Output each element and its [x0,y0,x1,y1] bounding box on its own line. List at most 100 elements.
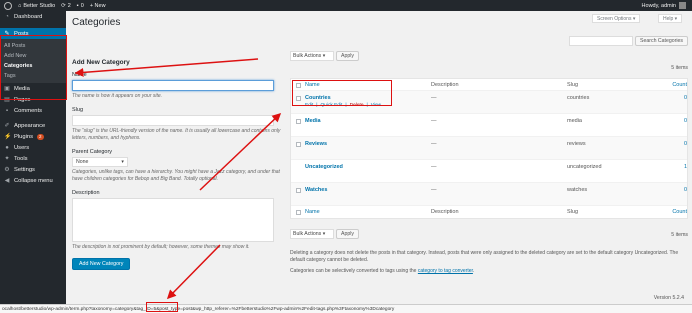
slug-input[interactable] [72,115,274,126]
sidebar-item-tools[interactable]: ✦ Tools [0,153,66,164]
category-description: — [431,118,437,124]
sidebar-item-users[interactable]: ● Users [0,142,66,153]
search-categories-button[interactable]: Search Categories [635,36,688,46]
category-description: — [431,141,437,147]
row-checkbox[interactable] [295,119,301,124]
browser-status-bar: ocalhost/betterstudio/wp-admin/term.php?… [0,304,692,313]
sidebar-collapse-menu[interactable]: ◀ Collapse menu [0,175,66,186]
name-label: Name [72,72,87,78]
collapse-icon: ◀ [4,177,10,184]
table-footer-row: Name Description Slug Count [291,206,687,218]
column-name[interactable]: Name [305,209,431,215]
category-slug: uncategorized [567,164,602,170]
category-slug: reviews [567,141,586,147]
items-count: 5 items [671,232,688,238]
category-name-link[interactable]: Reviews [305,141,431,147]
bulk-actions-select[interactable]: Bulk Actions ▾ [290,51,334,61]
add-category-form: Add New Category Name The name is how it… [72,59,284,270]
name-description: The name is how it appears on your site. [72,93,163,99]
category-slug: countries [567,95,590,101]
annotation-highlight-tag-id [146,302,178,312]
category-description: — [431,164,437,170]
sidebar-item-comments[interactable]: ▪ Comments [0,105,66,116]
form-heading: Add New Category [72,59,130,66]
delete-note: Deleting a category does not delete the … [290,250,679,263]
chevron-down-icon: ▾ [121,159,124,165]
bulk-actions-bottom: Bulk Actions ▾ Apply [290,229,359,239]
name-input[interactable] [72,80,274,91]
add-new-category-button[interactable]: Add New Category [72,258,131,270]
page-title: Categories [72,17,121,28]
annotation-highlight-countries-row [292,80,392,106]
table-row: Reviews — reviews 0 [291,137,687,160]
sidebar-item-dashboard[interactable]: ◔ Dashboard [0,11,66,22]
column-slug[interactable]: Slug [567,209,667,215]
category-count[interactable]: 0 [667,95,687,101]
new-content-link[interactable]: + New [90,3,106,9]
category-count[interactable]: 1 [667,164,687,170]
category-notes: Deleting a category does not delete the … [290,250,688,275]
search-input[interactable] [569,36,634,46]
slug-label: Slug [72,107,84,113]
avatar [679,2,686,9]
help-button[interactable]: Help ▾ [658,14,683,23]
select-all-checkbox[interactable] [295,210,301,215]
comments-link[interactable]: ▪ 0 [77,3,84,9]
table-row: Media — media 0 [291,114,687,137]
apply-button[interactable]: Apply [336,51,359,61]
category-slug: watches [567,187,588,193]
row-checkbox[interactable] [295,188,301,193]
category-to-tag-converter-link[interactable]: category to tag converter [418,268,473,274]
category-count[interactable]: 0 [667,187,687,193]
plugins-update-badge: 2 [37,133,44,140]
column-count[interactable]: Count [667,82,687,88]
table-row: Uncategorized — uncategorized 1 [291,160,687,183]
search-row: Search Categories [569,36,688,46]
items-count: 5 items [671,65,688,71]
parent-category-select[interactable]: None ▾ [72,157,128,167]
category-slug: media [567,118,582,124]
row-checkbox[interactable] [295,142,301,147]
annotation-highlight-posts [0,35,67,100]
screen-options-button[interactable]: Screen Options ▾ [592,14,641,23]
category-count[interactable]: 0 [667,118,687,124]
sidebar-item-settings[interactable]: ⚙ Settings [0,164,66,175]
column-description[interactable]: Description [431,82,567,88]
main-content: Categories Screen Options ▾ Help ▾ Add N… [66,11,692,313]
sidebar-item-appearance[interactable]: ✐ Appearance [0,120,66,131]
comment-icon: ▪ [76,2,79,9]
dashboard-icon: ◔ [5,13,9,20]
category-description: — [431,187,437,193]
account-menu[interactable]: Howdy, admin [642,2,686,9]
parent-category-label: Parent Category [72,149,113,155]
slug-description: The “slug” is the URL-friendly version o… [72,128,281,141]
wrench-icon: ✦ [4,155,10,162]
category-count[interactable]: 0 [667,141,687,147]
plug-icon: ⚡ [4,133,12,140]
apply-button[interactable]: Apply [336,229,359,239]
column-count[interactable]: Count [667,209,687,215]
refresh-icon: ⟳ [61,2,66,9]
category-description: — [431,95,437,101]
column-slug[interactable]: Slug [567,82,667,88]
comment-icon: ▪ [5,107,9,114]
site-name-link[interactable]: ⌂ Better Studio [18,3,55,9]
bulk-actions-top: Bulk Actions ▾ Apply [290,51,359,61]
description-help: The description is not prominent by defa… [72,244,250,250]
bulk-actions-select[interactable]: Bulk Actions ▾ [290,229,334,239]
updates-link[interactable]: ⟳ 2 [61,3,71,9]
category-name-link[interactable]: Watches [305,187,431,193]
home-icon: ⌂ [18,2,22,9]
brush-icon: ✐ [4,122,10,129]
settings-icon: ⚙ [4,166,10,173]
column-description[interactable]: Description [431,209,567,215]
category-name-link[interactable]: Media [305,118,431,124]
converter-note: Categories can be selectively converted … [290,268,475,274]
table-row: Watches — watches 0 [291,183,687,206]
user-icon: ● [5,144,9,151]
description-textarea[interactable] [72,198,274,242]
wordpress-logo-icon[interactable] [4,1,12,10]
sidebar-item-plugins[interactable]: ⚡ Plugins 2 [0,131,66,142]
category-name-link[interactable]: Uncategorized [305,164,431,170]
wp-version: Version 5.2.4 [653,295,684,301]
